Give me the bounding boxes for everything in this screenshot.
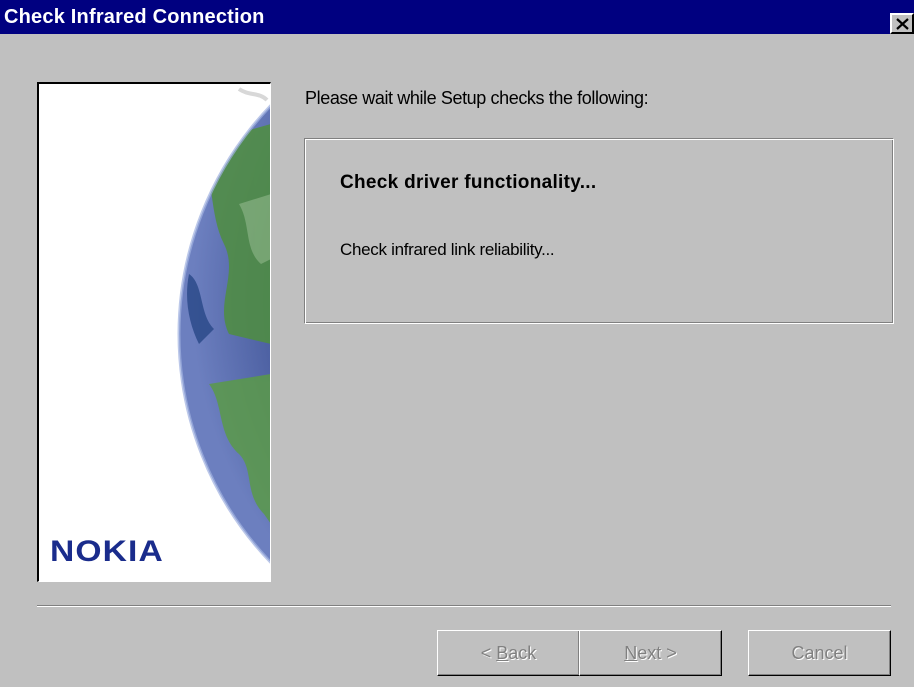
- back-button[interactable]: < Back: [437, 630, 580, 676]
- checks-panel: Check driver functionality... Check infr…: [304, 138, 894, 324]
- cancel-button-label: Cancel: [791, 642, 848, 663]
- close-button[interactable]: [890, 13, 914, 34]
- cancel-button[interactable]: Cancel: [748, 630, 891, 676]
- nokia-logo: NOKIA: [50, 535, 164, 568]
- title-bar[interactable]: Check Infrared Connection: [0, 0, 914, 34]
- back-button-rest: ack: [508, 642, 537, 663]
- instruction-text: Please wait while Setup checks the follo…: [305, 88, 649, 108]
- window-title: Check Infrared Connection: [4, 6, 265, 28]
- side-panel: NOKIA: [37, 82, 271, 582]
- next-button[interactable]: Next >: [579, 630, 722, 676]
- next-button-mnemonic: N: [624, 642, 638, 663]
- back-button-prefix: <: [480, 642, 497, 663]
- back-button-mnemonic: B: [496, 642, 509, 663]
- globe-image: [177, 87, 270, 581]
- next-button-rest: ext >: [637, 642, 677, 663]
- check-item-infrared-link: Check infrared link reliability...: [340, 240, 555, 259]
- setup-dialog: Check Infrared Connection NOKIA Please w…: [0, 0, 914, 687]
- separator-line: [37, 605, 891, 607]
- check-item-driver: Check driver functionality...: [340, 172, 597, 193]
